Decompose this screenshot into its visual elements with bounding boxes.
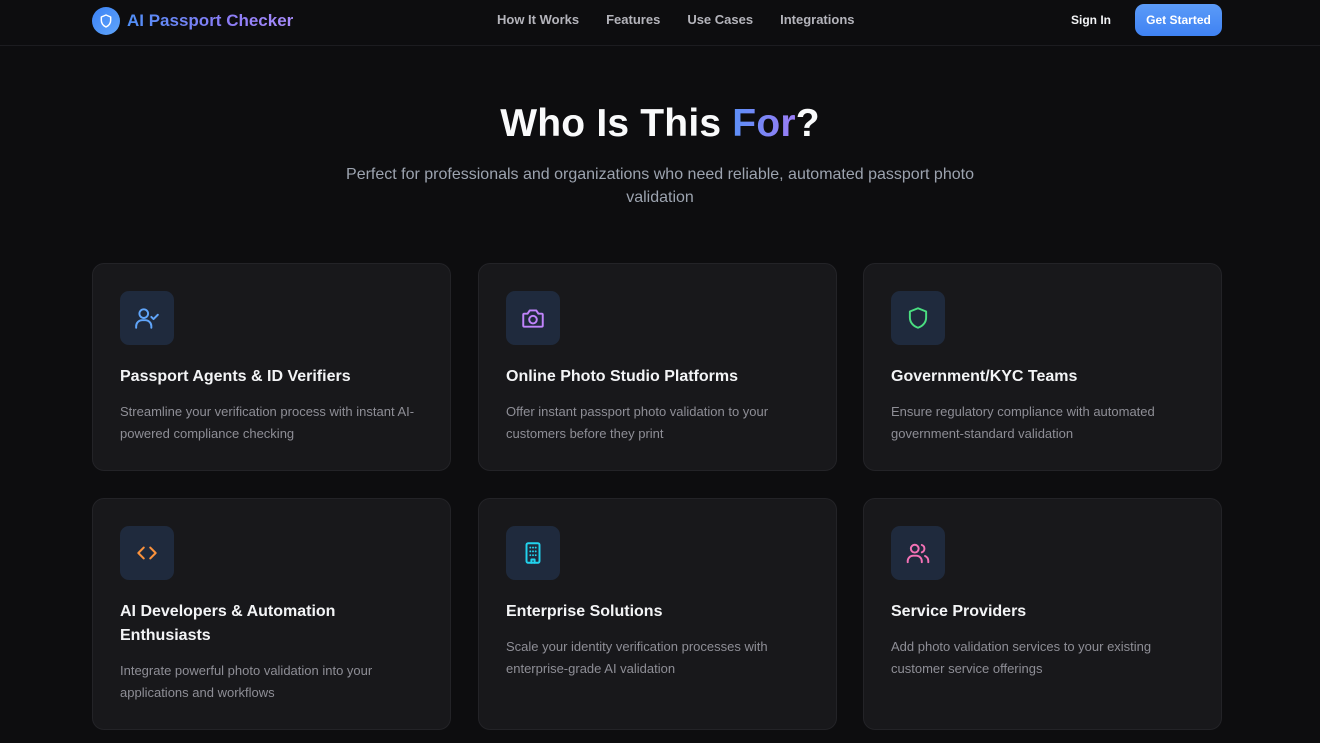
nav-link-features[interactable]: Features [606, 12, 660, 27]
use-case-card-passport-agents: Passport Agents & ID Verifiers Streamlin… [92, 263, 451, 471]
section-subtitle: Perfect for professionals and organizati… [346, 166, 974, 206]
code-icon [120, 526, 174, 580]
card-description: Scale your identity verification process… [506, 639, 768, 676]
card-title: Service Providers [891, 603, 1027, 620]
shield-icon [891, 291, 945, 345]
card-description: Streamline your verification process wit… [120, 404, 415, 441]
card-description: Offer instant passport photo validation … [506, 404, 769, 441]
nav-link-how-it-works[interactable]: How It Works [497, 12, 579, 27]
user-check-icon [120, 291, 174, 345]
card-title: Enterprise Solutions [506, 603, 663, 620]
brand-logo-link[interactable]: AI Passport Checker [92, 7, 293, 35]
title-prefix: Who Is This [500, 102, 733, 145]
nav-link-use-cases[interactable]: Use Cases [687, 12, 753, 27]
card-title: Online Photo Studio Platforms [506, 368, 738, 385]
nav-link-integrations[interactable]: Integrations [780, 12, 854, 27]
shield-icon [92, 7, 120, 35]
sign-in-link[interactable]: Sign In [1071, 13, 1111, 27]
brand-name: AI Passport Checker [127, 11, 294, 30]
users-icon [891, 526, 945, 580]
building-icon [506, 526, 560, 580]
main-nav: How It Works Features Use Cases Integrat… [497, 12, 882, 27]
title-accent: For [732, 102, 796, 145]
use-case-card-photo-studio: Online Photo Studio Platforms Offer inst… [478, 263, 837, 471]
section-title: Who Is This For? [0, 102, 1320, 146]
card-title: Government/KYC Teams [891, 368, 1078, 385]
title-suffix: ? [795, 102, 820, 145]
use-case-card-ai-developers: AI Developers & Automation Enthusiasts I… [92, 498, 451, 730]
top-navbar: AI Passport Checker How It Works Feature… [0, 0, 1320, 46]
card-title: AI Developers & Automation Enthusiasts [120, 603, 336, 644]
get-started-button[interactable]: Get Started [1135, 4, 1222, 36]
camera-icon [506, 291, 560, 345]
card-description: Integrate powerful photo validation into… [120, 663, 373, 700]
card-title: Passport Agents & ID Verifiers [120, 368, 351, 385]
use-case-card-service-providers: Service Providers Add photo validation s… [863, 498, 1222, 730]
card-description: Add photo validation services to your ex… [891, 639, 1152, 676]
use-case-card-government-kyc: Government/KYC Teams Ensure regulatory c… [863, 263, 1222, 471]
card-description: Ensure regulatory compliance with automa… [891, 404, 1155, 441]
use-case-card-enterprise: Enterprise Solutions Scale your identity… [478, 498, 837, 730]
